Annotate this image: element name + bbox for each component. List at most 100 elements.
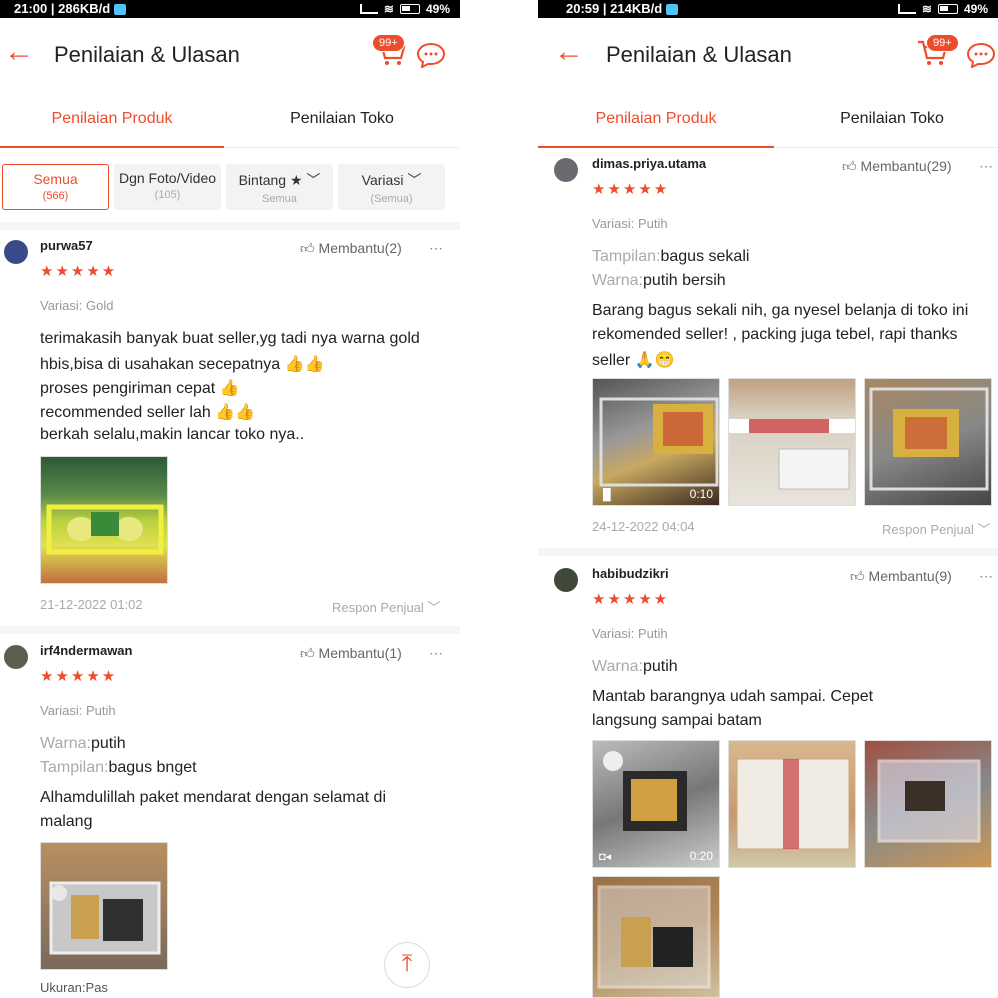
- tab-product-rating[interactable]: Penilaian Produk: [0, 104, 224, 148]
- status-time: 20:59: [566, 1, 600, 16]
- review-text-line: proses pengiriman cepat 👍: [40, 380, 240, 397]
- helpful-count: Membantu(29): [860, 158, 952, 174]
- thumbs-up-icon: 👍︎: [842, 158, 857, 174]
- review-text-line: malang: [40, 813, 93, 830]
- filter-label: Dgn Foto/Video: [118, 170, 217, 186]
- review-text-line: rekomended seller! , packing juga tebel,…: [592, 326, 958, 343]
- more-options-icon[interactable]: ⋯: [429, 645, 444, 662]
- review-photo[interactable]: [864, 740, 992, 868]
- status-time: 21:00: [14, 1, 48, 16]
- review-attribute: Warna:putih: [592, 658, 678, 676]
- reviewer-name: dimas.priya.utama: [592, 156, 707, 171]
- seller-response-label: Respon Penjual: [882, 522, 974, 537]
- review-text-line: langsung sampai batam: [592, 712, 762, 729]
- review-photo[interactable]: [592, 876, 720, 998]
- filter-variant[interactable]: Variasi ﹀ (Semua): [338, 164, 445, 210]
- chat-icon[interactable]: [966, 42, 996, 69]
- status-speed: 286KB/d: [58, 1, 111, 16]
- attribute-key: Warna:: [592, 272, 643, 289]
- review-attribute: Tampilan:bagus bnget: [40, 759, 197, 777]
- status-bar: 21:00 | 286KB/d ≋ 49%: [0, 0, 460, 18]
- helpful-button[interactable]: 👍︎ Membantu(9): [850, 568, 952, 585]
- helpful-button[interactable]: 👍︎ Membantu(2): [300, 240, 402, 257]
- tab-shop-rating[interactable]: Penilaian Toko: [224, 104, 460, 148]
- video-duration: 0:20: [689, 849, 713, 863]
- seller-response-toggle[interactable]: Respon Penjual ﹀: [882, 519, 990, 538]
- review-photo[interactable]: [40, 456, 168, 584]
- divider: [0, 222, 460, 230]
- video-icon: ◘◂: [599, 851, 612, 863]
- filter-stars[interactable]: Bintang ★ ﹀ Semua: [226, 164, 333, 210]
- filter-chips: Semua (566) Dgn Foto/Video (105) Bintang ★…: [0, 160, 460, 214]
- avatar[interactable]: [554, 158, 578, 182]
- filter-count: (566): [42, 190, 69, 202]
- more-options-icon[interactable]: ⋯: [979, 158, 994, 175]
- review-attribute: Tampilan:bagus sekali: [592, 248, 749, 266]
- review-video-thumbnail[interactable]: ◘◂ 0:20: [592, 740, 720, 868]
- filter-count: (105): [154, 189, 181, 201]
- helpful-count: Membantu(2): [318, 240, 402, 256]
- review-photo[interactable]: [728, 378, 856, 506]
- video-icon: ▐▌: [599, 489, 615, 501]
- filter-count: Semua: [262, 193, 297, 205]
- reviewer-name: irf4ndermawan: [40, 643, 133, 658]
- review-attribute: Warna:putih: [40, 735, 126, 753]
- scroll-to-top-button[interactable]: ⤒: [384, 942, 430, 988]
- seller-response-label: Respon Penjual: [332, 600, 424, 615]
- variant-label: Variasi: Putih: [592, 216, 668, 231]
- review-attribute: Warna:putih bersih: [592, 272, 726, 290]
- notification-icon: [666, 4, 679, 16]
- video-duration: 0:10: [689, 487, 713, 501]
- review-text-line: seller 🙏😁: [592, 352, 675, 369]
- filter-label: Variasi: [361, 172, 404, 188]
- chevron-down-icon: ﹀: [427, 600, 441, 615]
- avatar[interactable]: [554, 568, 578, 592]
- review-text-line: Mantab barangnya udah sampai. Cepet: [592, 688, 874, 705]
- cart-badge: 99+: [926, 34, 959, 52]
- review-photo[interactable]: [728, 740, 856, 868]
- avatar[interactable]: [4, 645, 28, 669]
- review-text-line: Barang bagus sekali nih, ga nyesel belan…: [592, 302, 969, 319]
- review-text-line: hbis,bisa di usahakan secepatnya 👍👍: [40, 356, 325, 373]
- attribute-value: putih: [90, 735, 126, 752]
- helpful-button[interactable]: 👍︎ Membantu(1): [300, 645, 402, 662]
- back-arrow-icon[interactable]: ←: [4, 37, 34, 68]
- review-date: 21-12-2022 01:02: [40, 597, 143, 612]
- battery-level: 49%: [425, 2, 450, 16]
- seller-response-toggle[interactable]: Respon Penjual ﹀: [332, 597, 440, 616]
- tab-product-rating[interactable]: Penilaian Produk: [538, 104, 774, 148]
- review-video-thumbnail[interactable]: ▐▌ 0:10: [592, 378, 720, 506]
- tab-shop-rating[interactable]: Penilaian Toko: [774, 104, 998, 148]
- status-bar: 20:59 | 214KB/d ≋ 49%: [538, 0, 998, 18]
- thumbs-up-icon: 👍︎: [300, 645, 315, 661]
- signal-icon: [359, 4, 378, 14]
- back-arrow-icon[interactable]: ←: [554, 37, 584, 68]
- filter-all[interactable]: Semua (566): [2, 164, 109, 210]
- arrow-up-icon: ⤒: [401, 950, 413, 977]
- filter-photo-video[interactable]: Dgn Foto/Video (105): [114, 164, 221, 210]
- review-text-line: berkah selalu,makin lancar toko nya..: [40, 426, 305, 443]
- divider: [538, 548, 998, 556]
- more-options-icon[interactable]: ⋯: [429, 240, 444, 257]
- thumbs-up-icon: 👍︎: [850, 568, 865, 584]
- avatar[interactable]: [4, 240, 28, 264]
- attribute-value: bagus sekali: [660, 248, 750, 265]
- review-photo[interactable]: [40, 842, 168, 970]
- battery-icon: [937, 4, 958, 14]
- variant-label: Variasi: Putih: [592, 626, 668, 641]
- battery-level: 49%: [963, 2, 988, 16]
- screen-left: 21:00 | 286KB/d ≋ 49% ← Penilaian & Ulasa…: [0, 0, 460, 998]
- review-text-line: recommended seller lah 👍👍: [40, 404, 256, 421]
- app-bar: ← Penilaian & Ulasan 99+: [538, 18, 998, 92]
- page-title: Penilaian & Ulasan: [606, 42, 792, 67]
- attribute-value: putih bersih: [642, 272, 726, 289]
- helpful-button[interactable]: 👍︎ Membantu(29): [842, 158, 952, 175]
- battery-icon: [399, 4, 420, 14]
- attribute-key: Warna:: [40, 735, 91, 752]
- chat-icon[interactable]: [416, 42, 446, 69]
- notification-icon: [114, 4, 127, 16]
- thumbs-up-icon: 👍︎: [300, 240, 315, 256]
- more-options-icon[interactable]: ⋯: [979, 568, 994, 585]
- review-photo[interactable]: [864, 378, 992, 506]
- reviewer-name: purwa57: [40, 238, 93, 253]
